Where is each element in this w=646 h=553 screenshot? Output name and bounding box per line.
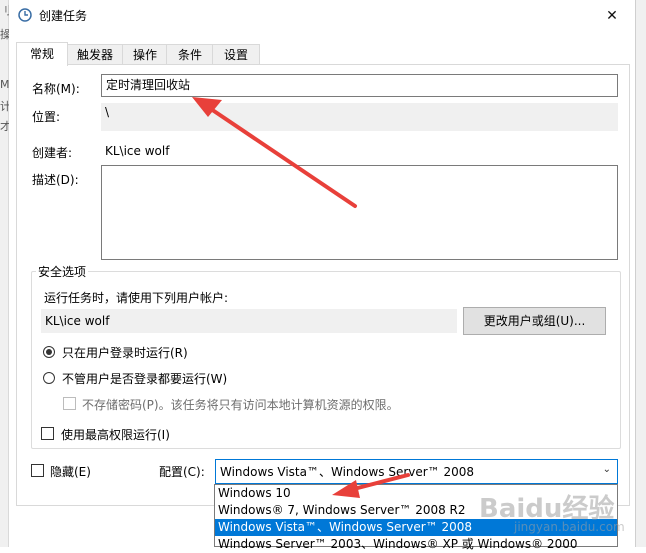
do-not-store-password-label: 不存储密码(P)。该任务将只有访问本地计算机资源的权限。	[82, 398, 399, 412]
tab-conditions[interactable]: 条件	[166, 44, 214, 65]
security-options-title: 安全选项	[36, 263, 89, 280]
description-textarea[interactable]	[101, 165, 618, 260]
location-value: \	[101, 103, 618, 131]
tab-actions[interactable]: 操作	[122, 44, 168, 65]
window-title: 创建任务	[39, 9, 88, 23]
background-window-strip: 刂 操 M 计 才	[0, 0, 11, 547]
close-button[interactable]: ✕	[589, 0, 635, 31]
configure-select[interactable]: Windows Vista™、Windows Server™ 2008 ⌄	[215, 459, 618, 484]
background-window-strip-right	[635, 0, 646, 547]
radio-run-logged-on[interactable]	[43, 346, 55, 358]
change-user-button[interactable]: 更改用户或组(U)...	[463, 307, 606, 335]
close-icon: ✕	[606, 7, 618, 24]
name-input[interactable]: 定时清理回收站	[101, 74, 618, 97]
run-as-prompt: 运行任务时，请使用下列用户帐户:	[44, 291, 229, 305]
author-label: 创建者:	[32, 146, 73, 160]
run-highest-privileges-label[interactable]: 使用最高权限运行(I)	[61, 426, 170, 443]
hidden-label[interactable]: 隐藏(E)	[50, 463, 91, 480]
radio-run-logged-on-label[interactable]: 只在用户登录时运行(R)	[62, 344, 188, 361]
description-label: 描述(D):	[32, 173, 79, 187]
configure-selected-value: Windows Vista™、Windows Server™ 2008	[220, 465, 475, 479]
configure-label: 配置(C):	[159, 465, 205, 479]
checkbox-hidden[interactable]	[31, 464, 44, 477]
tab-settings[interactable]: 设置	[212, 44, 260, 65]
configure-option[interactable]: Windows Server™ 2003、Windows® XP 或 Windo…	[215, 536, 617, 553]
create-task-dialog: 创建任务 ✕ 常规 触发器 操作 条件 设置 名称(M): 定时清理回收站 位置…	[9, 0, 635, 551]
checkbox-do-not-store-password[interactable]	[63, 397, 76, 410]
radio-run-whether-logged-on[interactable]	[43, 372, 55, 384]
title-bar[interactable]: 创建任务 ✕	[9, 0, 635, 31]
author-value: KL\ice wolf	[105, 144, 170, 158]
general-tab-panel: 名称(M): 定时清理回收站 位置: \ 创建者: KL\ice wolf 描述…	[16, 64, 630, 506]
task-clock-icon	[18, 8, 32, 22]
user-account-field: KL\ice wolf	[41, 309, 457, 333]
tab-triggers[interactable]: 触发器	[66, 44, 124, 65]
location-label: 位置:	[32, 110, 61, 124]
name-label: 名称(M):	[32, 82, 80, 96]
chevron-down-icon: ⌄	[602, 464, 611, 475]
tab-general[interactable]: 常规	[16, 42, 68, 66]
radio-run-whether-logged-on-label[interactable]: 不管用户是否登录都要运行(W)	[62, 370, 227, 387]
checkbox-run-highest-privileges[interactable]	[41, 427, 54, 440]
watermark-url: jingyan.baidu.com	[514, 520, 625, 534]
